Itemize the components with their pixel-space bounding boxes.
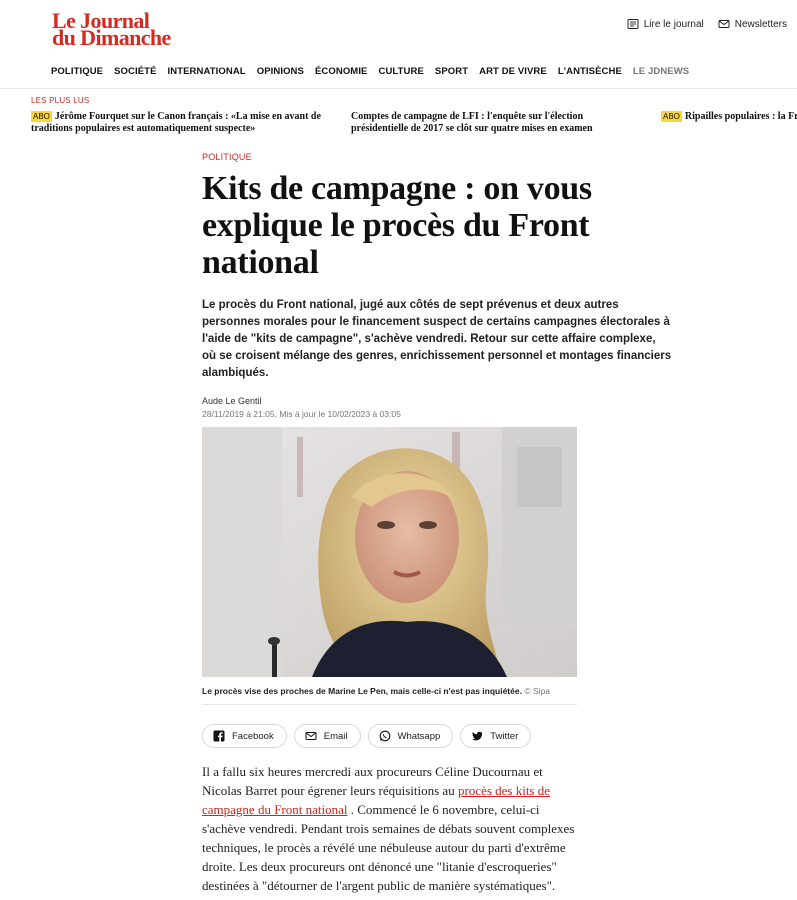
photo-caption: Le procès vise des proches de Marine Le …	[202, 686, 550, 696]
most-read-item[interactable]: ABORipailles populaires : la France	[661, 111, 797, 123]
logo-line-2: du Dimanche	[52, 25, 171, 50]
main-nav: POLITIQUE SOCIÉTÉ INTERNATIONAL OPINIONS…	[51, 66, 700, 77]
article-header: POLITIQUE Kits de campagne : on vous exp…	[202, 152, 671, 419]
article-author[interactable]: Aude Le Gentil	[202, 396, 642, 406]
most-read-item[interactable]: ABO Jérôme Fourquet sur le Canon français…	[31, 111, 321, 135]
newsletters-link[interactable]: Newsletters	[718, 18, 787, 30]
share-whatsapp-button[interactable]: Whatsapp	[367, 724, 454, 748]
most-read-strip: ABO Jérôme Fourquet sur le Canon français…	[31, 111, 797, 141]
article-title: Kits de campagne : on vous explique le p…	[202, 170, 592, 281]
site-header: Le Journal du Dimanche Lire le journal N…	[0, 0, 797, 92]
caption-divider	[202, 704, 577, 705]
caption-text: Le procès vise des proches de Marine Le …	[202, 686, 522, 696]
most-read-item-text: Comptes de campagne de LFI : l'enquête s…	[351, 111, 593, 134]
newsletters-label: Newsletters	[734, 18, 787, 30]
site-logo[interactable]: Le Journal du Dimanche	[52, 10, 171, 50]
most-read-label: LES PLUS LUS	[31, 96, 90, 105]
nav-item-politique[interactable]: POLITIQUE	[51, 66, 103, 77]
twitter-icon	[472, 731, 483, 741]
nav-item-antiseche[interactable]: L'ANTISÈCHE	[558, 66, 622, 77]
read-newspaper-label: Lire le journal	[643, 18, 704, 30]
nav-item-international[interactable]: INTERNATIONAL	[168, 66, 246, 77]
header-actions: Lire le journal Newsletters	[627, 18, 787, 30]
most-read-item-text: Ripailles populaires : la France	[684, 111, 797, 122]
share-facebook-label: Facebook	[232, 730, 274, 742]
mail-icon	[718, 20, 730, 28]
abo-badge: ABO	[31, 111, 52, 122]
article-body: Il a fallu six heures mercredi aux procu…	[202, 762, 577, 900]
nav-item-economie[interactable]: ÉCONOMIE	[315, 66, 368, 77]
article-category[interactable]: POLITIQUE	[202, 152, 642, 162]
whatsapp-icon	[379, 730, 390, 742]
nav-item-sport[interactable]: SPORT	[435, 66, 468, 77]
read-newspaper-link[interactable]: Lire le journal	[627, 18, 704, 30]
nav-item-culture[interactable]: CULTURE	[379, 66, 424, 77]
share-whatsapp-label: Whatsapp	[397, 730, 441, 742]
share-email-label: Email	[323, 730, 348, 742]
article-photo	[202, 427, 577, 677]
nav-item-societe[interactable]: SOCIÉTÉ	[114, 66, 156, 77]
portrait-illustration	[202, 427, 577, 677]
abo-badge: ABO	[661, 111, 682, 122]
header-divider	[0, 88, 797, 89]
share-twitter-button[interactable]: Twitter	[460, 724, 532, 748]
nav-item-opinions[interactable]: OPINIONS	[257, 66, 304, 77]
share-twitter-label: Twitter	[490, 730, 519, 742]
share-bar: Facebook Email Whatsapp Twitter	[202, 724, 532, 748]
photo-credit: © Sipa	[524, 686, 550, 696]
share-email-button[interactable]: Email	[293, 724, 361, 748]
most-read-item[interactable]: Comptes de campagne de LFI : l'enquête s…	[351, 111, 631, 135]
mail-icon	[305, 732, 317, 740]
nav-item-jdnews[interactable]: LE JDNEWS	[633, 66, 689, 77]
nav-item-art-de-vivre[interactable]: ART DE VIVRE	[479, 66, 547, 77]
most-read-item-text: Jérôme Fourquet sur le Canon français : …	[31, 111, 321, 134]
share-facebook-button[interactable]: Facebook	[202, 724, 287, 748]
article-lead: Le procès du Front national, jugé aux cô…	[202, 299, 672, 379]
article-dates: 28/11/2019 à 21:05, Mis à jour le 10/02/…	[202, 409, 401, 419]
newspaper-icon	[627, 19, 639, 29]
facebook-icon	[213, 730, 225, 742]
